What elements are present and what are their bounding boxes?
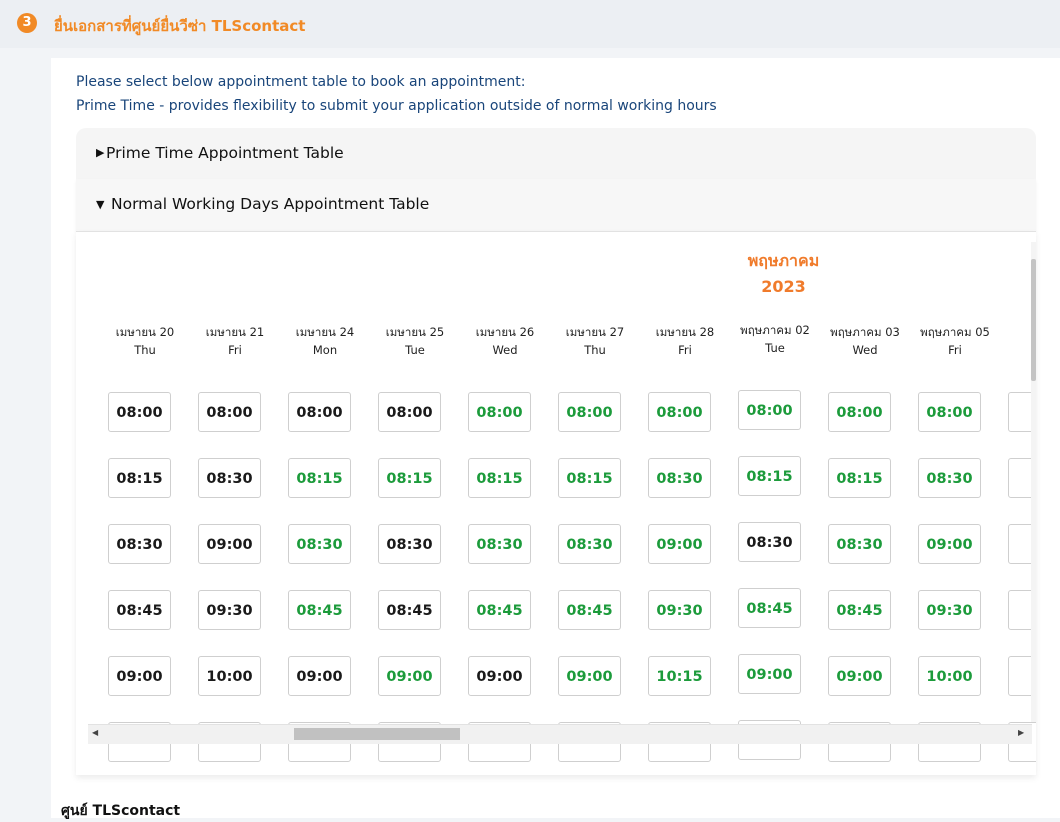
- time-slot-button[interactable]: 09:00: [468, 656, 531, 696]
- time-slot-button[interactable]: 08:45: [828, 590, 891, 630]
- time-slot-button[interactable]: 08:00: [738, 390, 801, 430]
- horizontal-scrollbar-thumb[interactable]: [294, 728, 460, 740]
- time-slot-button[interactable]: 08:30: [108, 524, 171, 564]
- time-slot-button[interactable]: 09:00: [108, 656, 171, 696]
- intro-text-line1: Please select below appointment table to…: [76, 74, 526, 90]
- day-weekday-label: Thu: [134, 343, 156, 357]
- day-column: เมษายน 24 Mon 08:00 08:15 08:30 08:45 09:00: [280, 232, 370, 775]
- time-slot-button[interactable]: 08:15: [828, 458, 891, 498]
- time-slot-button[interactable]: 10:15: [648, 656, 711, 696]
- time-slot-button[interactable]: 09:00: [288, 656, 351, 696]
- time-slot-button[interactable]: 09:30: [918, 590, 981, 630]
- time-slot-button[interactable]: 09:00: [198, 524, 261, 564]
- time-slot-button[interactable]: 08:00: [558, 392, 621, 432]
- time-slot-button[interactable]: 08:45: [468, 590, 531, 630]
- time-slot-button[interactable]: 08:00: [378, 392, 441, 432]
- day-weekday-label: Fri: [678, 343, 692, 357]
- day-column: เมษายน 26 Wed 08:00 08:15 08:30 08:45 09:00: [460, 232, 550, 775]
- time-slot-button[interactable]: 08:45: [288, 590, 351, 630]
- time-slot-button[interactable]: 08:00: [828, 392, 891, 432]
- time-slot-button[interactable]: 10:00: [918, 656, 981, 696]
- time-slot-button[interactable]: 09:00: [738, 654, 801, 694]
- scroll-right-arrow-icon[interactable]: ▶: [1018, 728, 1024, 737]
- time-slot-button[interactable]: 08:45: [558, 590, 621, 630]
- day-date-label: เมษายน 25: [385, 325, 445, 339]
- day-column: เมษายน 20 Thu 08:00 08:15 08:30 08:45 09:00: [100, 232, 190, 775]
- day-date-label: เมษายน 28: [655, 325, 715, 339]
- time-slot-button[interactable]: 08:45: [378, 590, 441, 630]
- day-column: พฤษภาคม 05 Fri 08:00 08:30 09:00 09:30 10:00: [910, 232, 1000, 775]
- time-slot-button[interactable]: 08:30: [468, 524, 531, 564]
- normal-days-accordion-header[interactable]: ▼ Normal Working Days Appointment Table: [76, 179, 1036, 231]
- tlscontact-center-title: ศูนย์ TLScontact: [61, 803, 181, 819]
- day-date-label: เมษายน 24: [295, 325, 355, 339]
- scroll-left-arrow-icon[interactable]: ◀: [92, 728, 98, 737]
- day-weekday-label: Wed: [492, 343, 518, 357]
- vertical-scrollbar-thumb[interactable]: [1031, 259, 1036, 381]
- time-slot-button[interactable]: 09:00: [378, 656, 441, 696]
- day-weekday-label: Mon: [312, 343, 338, 357]
- intro-text-line2: Prime Time - provides flexibility to sub…: [76, 98, 717, 114]
- time-slot-button[interactable]: 09:00: [918, 524, 981, 564]
- day-column: เมษายน 28 Fri 08:00 08:30 09:00 09:30 10:15: [640, 232, 730, 775]
- day-date-label: พฤษภาคม 03: [830, 325, 900, 339]
- time-slot-button[interactable]: 08:15: [288, 458, 351, 498]
- time-slot-button[interactable]: 08:00: [198, 392, 261, 432]
- time-slot-button[interactable]: 08:30: [828, 524, 891, 564]
- normal-days-accordion-label: Normal Working Days Appointment Table: [111, 195, 430, 213]
- time-slot-button[interactable]: 08:00: [288, 392, 351, 432]
- time-slot-button[interactable]: 09:00: [828, 656, 891, 696]
- caret-down-icon: ▼: [96, 198, 105, 211]
- day-date-label: เมษายน 20: [115, 325, 175, 339]
- time-slot-button[interactable]: 08:45: [738, 588, 801, 628]
- time-slot-button[interactable]: 08:00: [918, 392, 981, 432]
- time-slot-button[interactable]: 09:30: [198, 590, 261, 630]
- time-slot-button[interactable]: 08:30: [288, 524, 351, 564]
- time-slot-button[interactable]: 08:00: [648, 392, 711, 432]
- day-column: พฤษภาคม 02 Tue 08:00 08:15 08:30 08:45 09:00: [730, 232, 820, 775]
- time-slot-button[interactable]: 10:00: [198, 656, 261, 696]
- day-date-label: พฤษภาคม 05: [920, 325, 990, 339]
- time-slot-button[interactable]: 08:45: [108, 590, 171, 630]
- time-slot-button[interactable]: 08:00: [468, 392, 531, 432]
- prime-time-accordion-header[interactable]: ▶ Prime Time Appointment Table: [76, 128, 1036, 180]
- time-slot-button[interactable]: 08:30: [558, 524, 621, 564]
- caret-right-icon: ▶: [96, 146, 105, 159]
- prime-time-accordion-label: Prime Time Appointment Table: [106, 144, 344, 162]
- day-date-label: เมษายน 27: [565, 325, 625, 339]
- day-date-label: เมษายน 26: [475, 325, 535, 339]
- appointment-panel: Please select below appointment table to…: [51, 58, 1060, 818]
- appointment-table[interactable]: พฤษภาคม 2023 เมษายน 20 Thu 08:00 08:15 08:30…: [76, 231, 1036, 775]
- step-title: ยื่นเอกสารที่ศูนย์ยื่นวีซ่า TLScontact: [54, 17, 306, 35]
- time-slot-button[interactable]: 08:30: [198, 458, 261, 498]
- day-weekday-label: Fri: [228, 343, 242, 357]
- day-column: เมษายน 27 Thu 08:00 08:15 08:30 08:45 09:00: [550, 232, 640, 775]
- time-slot-button[interactable]: 08:15: [738, 456, 801, 496]
- time-slot-button[interactable]: 08:15: [378, 458, 441, 498]
- step-number-badge: 3: [17, 13, 37, 33]
- time-slot-button[interactable]: 08:00: [108, 392, 171, 432]
- day-date-label: เมษายน 21: [205, 325, 265, 339]
- time-slot-button[interactable]: 08:15: [558, 458, 621, 498]
- day-date-label: พฤษภาคม 02: [740, 323, 810, 337]
- time-slot-button[interactable]: 09:30: [648, 590, 711, 630]
- time-slot-button[interactable]: 09:00: [558, 656, 621, 696]
- day-weekday-label: Tue: [405, 343, 425, 357]
- time-slot-button[interactable]: 08:15: [468, 458, 531, 498]
- time-slot-button[interactable]: 08:30: [378, 524, 441, 564]
- day-weekday-label: Wed: [852, 343, 878, 357]
- day-column: พฤษภาคม 03 Wed 08:00 08:15 08:30 08:45 09:00: [820, 232, 910, 775]
- day-weekday-label: Thu: [584, 343, 606, 357]
- time-slot-button[interactable]: 09:00: [648, 524, 711, 564]
- day-column: เมษายน 25 Tue 08:00 08:15 08:30 08:45 09:00: [370, 232, 460, 775]
- time-slot-button[interactable]: 08:15: [108, 458, 171, 498]
- time-slot-button[interactable]: 08:30: [738, 522, 801, 562]
- day-weekday-label: Fri: [948, 343, 962, 357]
- day-column: เมษายน 21 Fri 08:00 08:30 09:00 09:30 10:00: [190, 232, 280, 775]
- time-slot-button[interactable]: 08:30: [918, 458, 981, 498]
- horizontal-scrollbar[interactable]: ◀ ▶: [88, 724, 1032, 744]
- day-weekday-label: Tue: [765, 341, 785, 355]
- time-slot-button[interactable]: 08:30: [648, 458, 711, 498]
- step-header: 3 ยื่นเอกสารที่ศูนย์ยื่นวีซ่า TLScontact: [0, 0, 1060, 48]
